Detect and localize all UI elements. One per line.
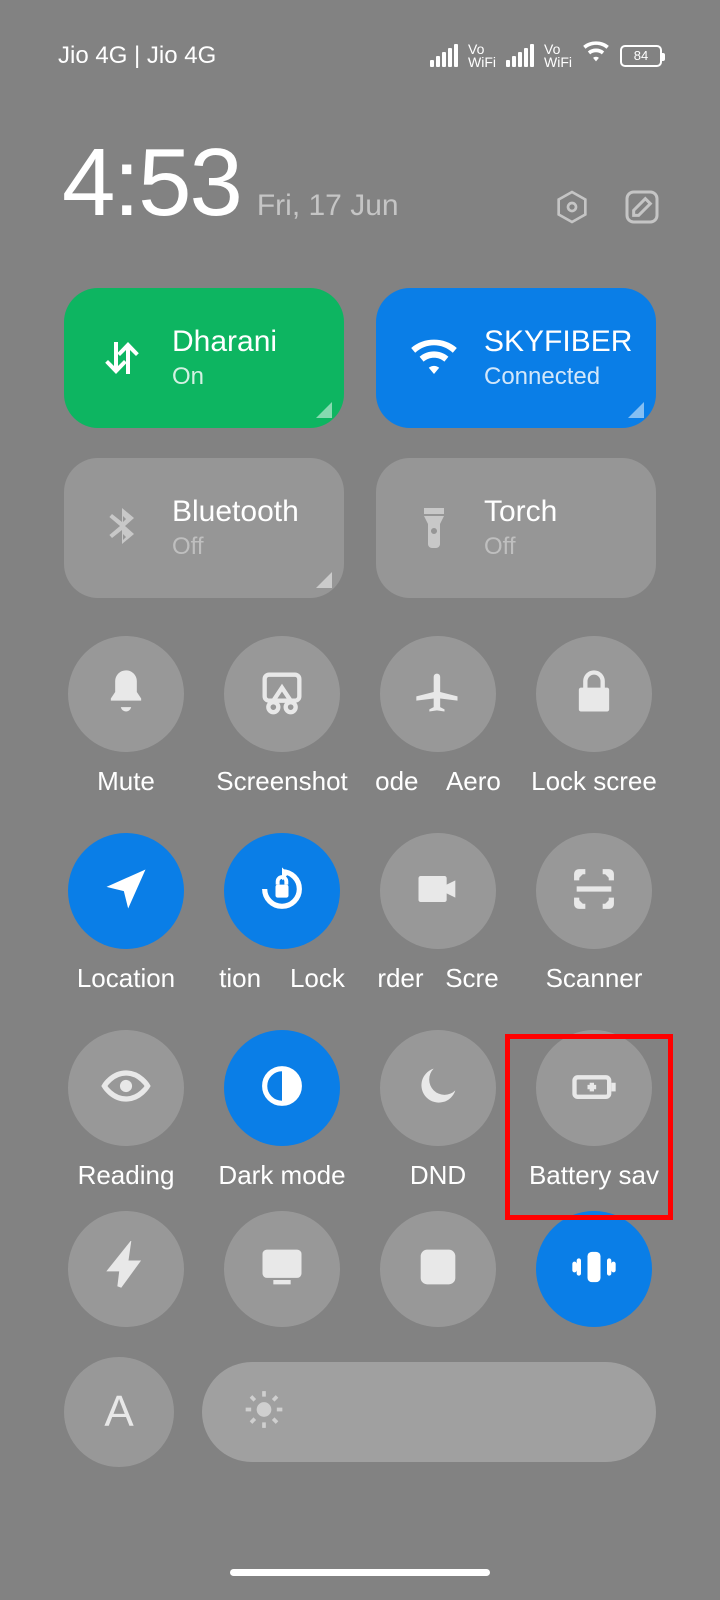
wifi-tile-icon	[406, 334, 462, 382]
scanner-label: Scanner	[546, 963, 643, 994]
signal-icon-1	[430, 44, 458, 67]
scissors-icon	[256, 666, 308, 723]
expand-icon	[628, 402, 644, 418]
airplane-label: ode Aero	[375, 766, 501, 797]
moon-icon	[412, 1060, 464, 1117]
bluetooth-tile-sub: Off	[172, 533, 299, 561]
airplane-icon	[412, 666, 464, 723]
status-bar: Jio 4G | Jio 4G Vo WiFi Vo WiFi 84	[0, 0, 720, 73]
monitor-icon	[256, 1241, 308, 1298]
auto-brightness-button[interactable]: A	[64, 1357, 174, 1467]
bluetooth-icon	[94, 504, 150, 552]
data-tile-title: Dharani	[172, 325, 277, 359]
torch-tile-sub: Off	[484, 533, 557, 561]
home-indicator[interactable]	[230, 1569, 490, 1576]
screenshot-toggle[interactable]: Screenshot	[204, 636, 360, 797]
battery-indicator: 84	[620, 45, 662, 67]
vowifi-label-2: Vo WiFi	[544, 43, 572, 68]
dark-mode-icon	[256, 1060, 308, 1117]
extra-toggle-3[interactable]	[360, 1211, 516, 1327]
rotation-lock-toggle[interactable]: tion Lock	[204, 833, 360, 994]
mute-label: Mute	[97, 766, 155, 797]
vibrate-icon	[568, 1241, 620, 1298]
data-tile-sub: On	[172, 363, 277, 391]
eye-icon	[100, 1060, 152, 1117]
bell-icon	[100, 666, 152, 723]
extra-toggle-2[interactable]	[204, 1211, 360, 1327]
reading-label: Reading	[78, 1160, 175, 1191]
quick-tiles: Dharani On SKYFIBER Connected Bluetooth …	[0, 238, 720, 598]
brightness-row: A	[0, 1327, 720, 1467]
airplane-toggle[interactable]: ode Aero	[360, 636, 516, 797]
wifi-icon	[582, 38, 610, 73]
lock-icon	[568, 666, 620, 723]
signal-icon-2	[506, 44, 534, 67]
brightness-slider[interactable]	[202, 1362, 656, 1462]
mute-toggle[interactable]: Mute	[48, 636, 204, 797]
wifi-tile[interactable]: SKYFIBER Connected	[376, 288, 656, 428]
extra-toggle-4[interactable]	[516, 1211, 672, 1327]
screenrec-label: rder Scre	[377, 963, 498, 994]
lockscreen-label: Lock scree	[531, 766, 657, 797]
location-toggle[interactable]: Location	[48, 833, 204, 994]
rotation-lock-icon	[256, 863, 308, 920]
dnd-label: DND	[410, 1160, 466, 1191]
reading-mode-toggle[interactable]: Reading	[48, 1030, 204, 1191]
dark-label: Dark mode	[218, 1160, 345, 1191]
dnd-toggle[interactable]: DND	[360, 1030, 516, 1191]
settings-icon[interactable]	[552, 187, 592, 232]
highlight-box	[505, 1034, 673, 1220]
location-icon	[100, 863, 152, 920]
mobile-data-tile[interactable]: Dharani On	[64, 288, 344, 428]
sun-icon	[242, 1388, 286, 1437]
carrier-label: Jio 4G | Jio 4G	[58, 42, 216, 70]
vowifi-label-1: Vo WiFi	[468, 43, 496, 68]
location-label: Location	[77, 963, 175, 994]
rotation-label: tion Lock	[219, 963, 345, 994]
torch-tile-title: Torch	[484, 495, 557, 529]
auto-brightness-label: A	[104, 1387, 133, 1437]
lockscreen-toggle[interactable]: Lock scree	[516, 636, 672, 797]
expand-icon	[316, 572, 332, 588]
video-icon	[412, 863, 464, 920]
data-icon	[94, 334, 150, 382]
clock-date: Fri, 17 Jun	[257, 189, 399, 223]
dark-mode-toggle[interactable]: Dark mode	[204, 1030, 360, 1191]
edit-icon[interactable]	[622, 187, 662, 232]
bolt-icon	[100, 1241, 152, 1298]
screen-recorder-toggle[interactable]: rder Scre	[360, 833, 516, 994]
torch-tile[interactable]: Torch Off	[376, 458, 656, 598]
clock-time: 4:53	[62, 128, 241, 238]
bluetooth-tile-title: Bluetooth	[172, 495, 299, 529]
clock-row: 4:53 Fri, 17 Jun	[0, 73, 720, 238]
window-icon	[412, 1241, 464, 1298]
bluetooth-tile[interactable]: Bluetooth Off	[64, 458, 344, 598]
expand-icon	[316, 402, 332, 418]
wifi-tile-title: SKYFIBER	[484, 325, 632, 359]
scanner-toggle[interactable]: Scanner	[516, 833, 672, 994]
battery-value: 84	[634, 48, 648, 63]
extra-toggle-1[interactable]	[48, 1211, 204, 1327]
wifi-tile-sub: Connected	[484, 363, 632, 391]
torch-icon	[406, 504, 462, 552]
status-right: Vo WiFi Vo WiFi 84	[430, 38, 662, 73]
scanner-icon	[568, 863, 620, 920]
screenshot-label: Screenshot	[216, 766, 348, 797]
